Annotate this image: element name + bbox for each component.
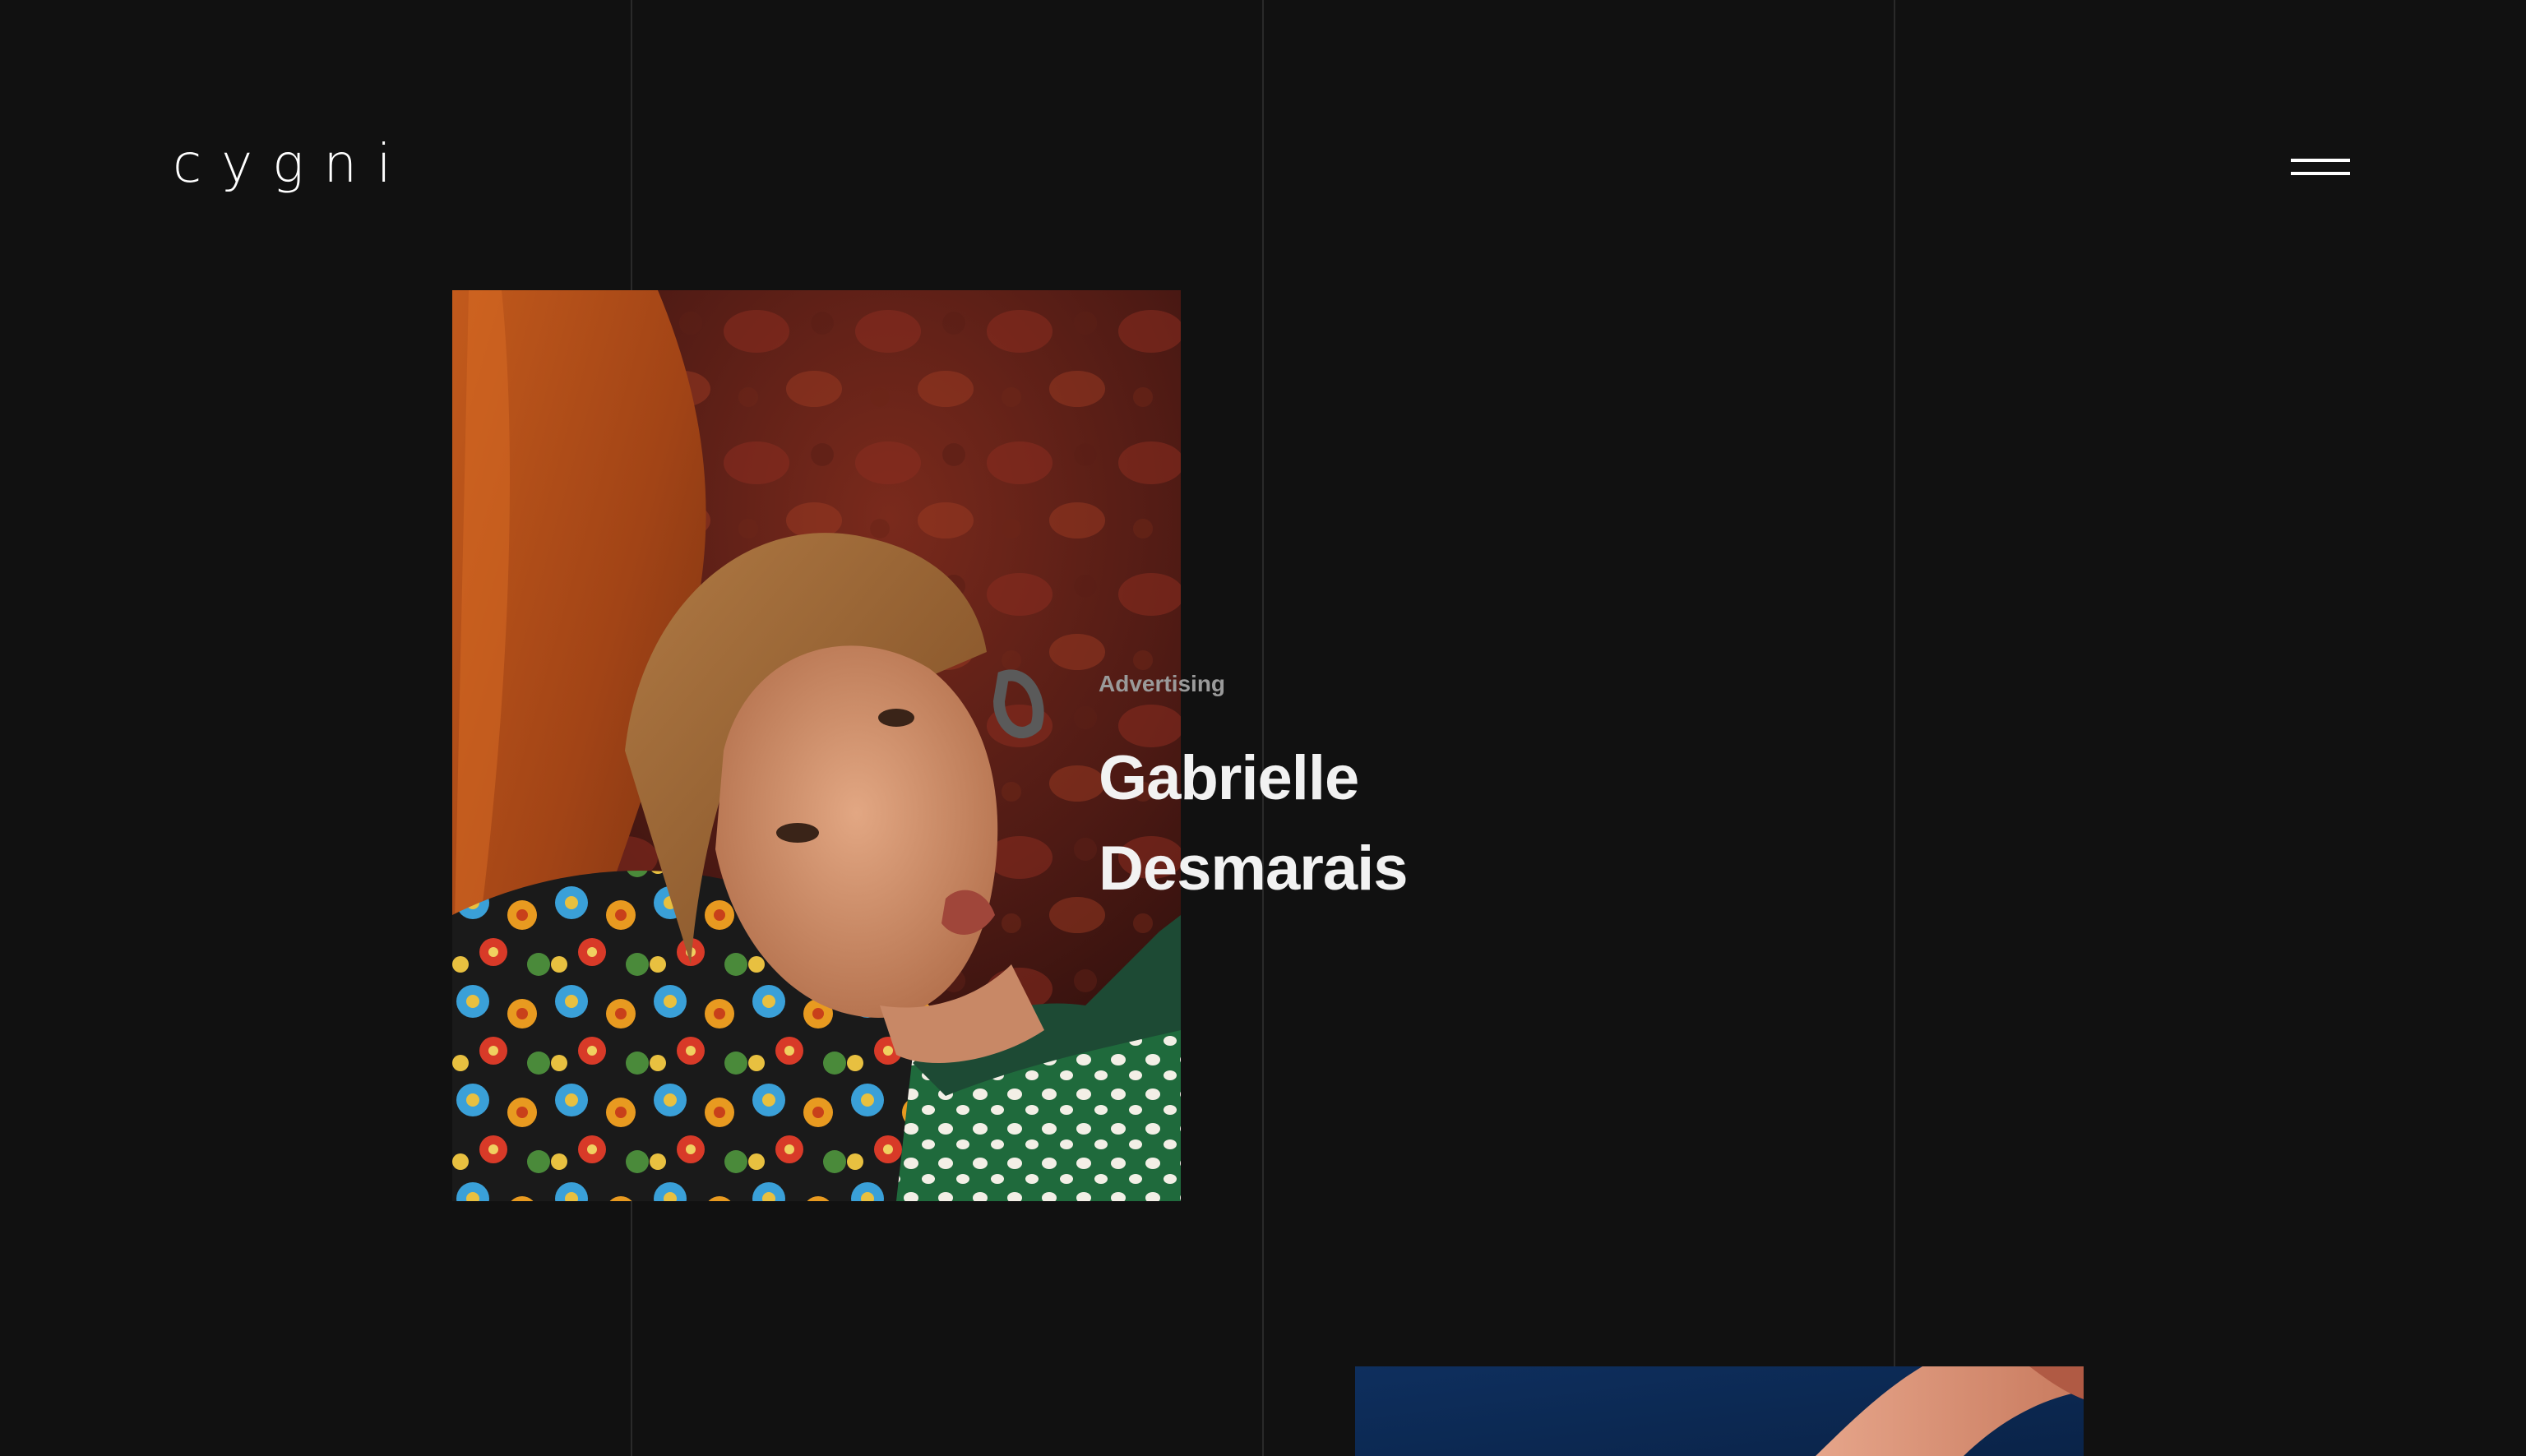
project-title[interactable]: Gabrielle Desmarais xyxy=(1099,733,1408,914)
project-image[interactable] xyxy=(452,290,1181,1201)
project-category[interactable]: Advertising xyxy=(1099,669,1225,699)
grid-line-3 xyxy=(1894,0,1895,1456)
next-project-image[interactable] xyxy=(1355,1366,2084,1456)
project-title-line-2: Desmarais xyxy=(1099,834,1408,904)
hamburger-icon xyxy=(2291,159,2350,162)
grid-line-2 xyxy=(1262,0,1264,1456)
project-title-line-1: Gabrielle xyxy=(1099,743,1359,813)
menu-button[interactable] xyxy=(2291,156,2350,178)
brand-logo[interactable]: cygni xyxy=(173,132,411,197)
